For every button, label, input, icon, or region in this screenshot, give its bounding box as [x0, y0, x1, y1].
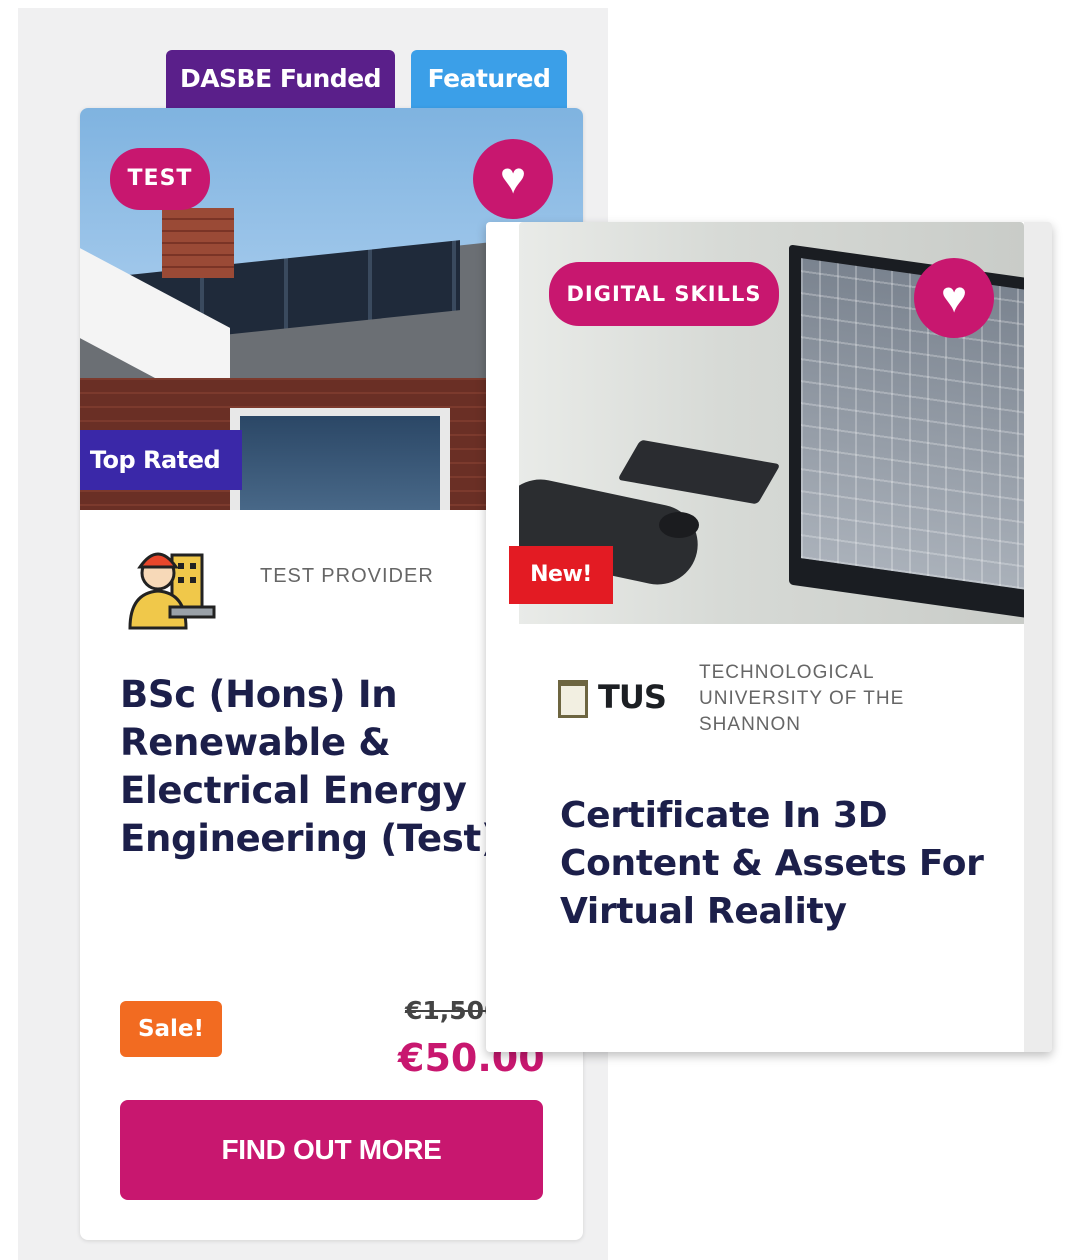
category-pill[interactable]: TEST [110, 148, 210, 210]
provider-name: TECHNOLOGICAL UNIVERSITY OF THE SHANNON [699, 662, 905, 735]
course-card[interactable]: DIGITAL SKILLS ♥ New! TUS TECHNOLOGICAL … [486, 222, 1052, 1052]
sale-badge: Sale! [120, 1001, 222, 1057]
provider-logo-text: TUS [598, 678, 667, 716]
favorite-button[interactable]: ♥ [914, 258, 994, 338]
favorite-button[interactable]: ♥ [473, 139, 553, 219]
featured-badge: Featured [411, 50, 567, 108]
provider-logo [128, 552, 216, 630]
heart-icon: ♥ [499, 154, 527, 203]
provider-name: TEST PROVIDER [260, 565, 434, 587]
top-rated-flag: Top Rated [80, 430, 242, 490]
find-out-more-button[interactable]: FIND OUT MORE [120, 1100, 543, 1200]
tus-crest-icon [558, 680, 588, 718]
heart-icon: ♥ [940, 273, 968, 322]
provider-logo: TUS [558, 678, 668, 720]
new-flag: New! [509, 546, 613, 604]
dasbe-funded-badge: DASBE Funded [166, 50, 395, 108]
course-title[interactable]: Certificate In 3D Content & Assets For V… [560, 792, 1020, 936]
category-pill[interactable]: DIGITAL SKILLS [549, 262, 779, 326]
